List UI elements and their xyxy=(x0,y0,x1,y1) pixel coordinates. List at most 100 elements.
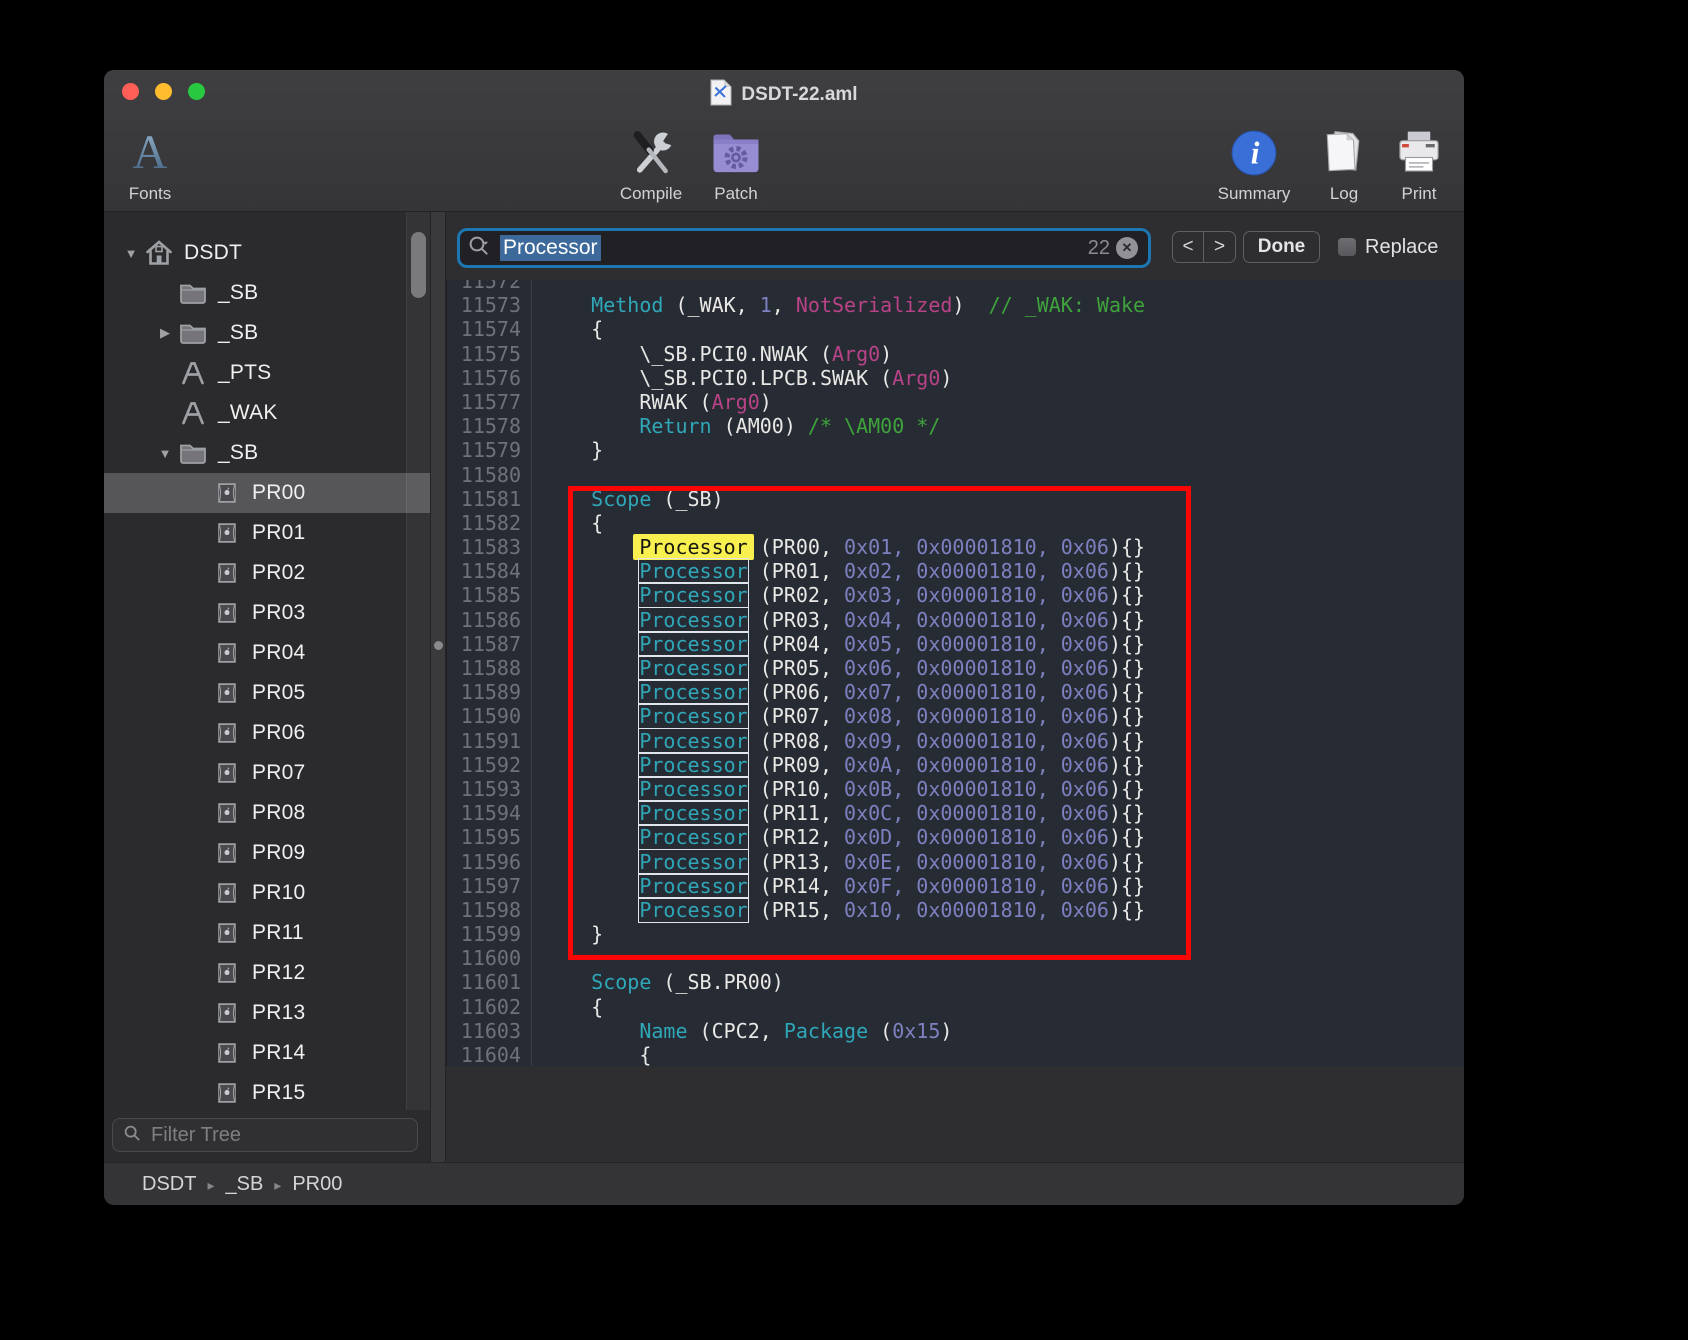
tree-item-pr06[interactable]: PR06 xyxy=(104,713,430,753)
tree-item-pr03[interactable]: PR03 xyxy=(104,593,430,633)
code-line: 11602 { xyxy=(447,995,1464,1019)
tree-item-_pts[interactable]: _PTS xyxy=(104,353,430,393)
replace-label: Replace xyxy=(1365,236,1438,259)
code-line: 11596 Processor (PR13, 0x0E, 0x00001810,… xyxy=(447,850,1464,874)
search-match: Processor xyxy=(639,874,747,898)
split-drag-handle[interactable] xyxy=(434,641,443,650)
line-number: 11575 xyxy=(447,342,521,366)
code-line: 11591 Processor (PR08, 0x09, 0x00001810,… xyxy=(447,729,1464,753)
code-token xyxy=(543,632,639,656)
search-icon[interactable] xyxy=(468,235,494,262)
code-token xyxy=(543,656,639,680)
breadcrumb-item-dsdt[interactable]: DSDT xyxy=(142,1173,196,1196)
patch-icon xyxy=(709,124,763,182)
code-token: (PR15, xyxy=(748,898,844,922)
code-text: Processor (PR10, 0x0B, 0x00001810, 0x06)… xyxy=(531,777,1145,801)
code-text: Method (_WAK, 1, NotSerialized) // _WAK:… xyxy=(531,293,1145,317)
disclosure-open-icon[interactable]: ▼ xyxy=(118,246,144,261)
code-token xyxy=(543,680,639,704)
code-line: 11577 RWAK (Arg0) xyxy=(447,390,1464,414)
tree-item-pr00[interactable]: PR00 xyxy=(104,473,430,513)
tree-item-label: PR11 xyxy=(252,921,304,945)
tree-item-pr14[interactable]: PR14 xyxy=(104,1033,430,1073)
tree-item-_sb[interactable]: ▼_SB xyxy=(104,433,430,473)
print-button[interactable]: Print xyxy=(1371,124,1464,204)
sidebar-scrollbar-thumb[interactable] xyxy=(411,232,426,298)
tree-item-pr12[interactable]: PR12 xyxy=(104,953,430,993)
processor-icon xyxy=(212,878,242,908)
find-previous-button[interactable]: < xyxy=(1173,232,1204,262)
patch-button[interactable]: Patch xyxy=(688,124,784,204)
code-text: Processor (PR13, 0x0E, 0x00001810, 0x06)… xyxy=(531,850,1145,874)
tree-item-pr05[interactable]: PR05 xyxy=(104,673,430,713)
tree-item-_wak[interactable]: _WAK xyxy=(104,393,430,433)
tree-item-_sb[interactable]: ▶_SB xyxy=(104,313,430,353)
search-match: Processor xyxy=(639,632,747,656)
code-line: 11576 \_SB.PCI0.LPCB.SWAK (Arg0) xyxy=(447,366,1464,390)
code-line: 11589 Processor (PR06, 0x07, 0x00001810,… xyxy=(447,680,1464,704)
code-line: 11601 Scope (_SB.PR00) xyxy=(447,970,1464,994)
clear-search-button[interactable]: ✕ xyxy=(1116,237,1138,259)
tree-item-pr09[interactable]: PR09 xyxy=(104,833,430,873)
line-number: 11586 xyxy=(447,608,521,632)
code-token xyxy=(543,898,639,922)
tree-item-label: PR05 xyxy=(252,681,305,705)
code-token: ){} xyxy=(1109,874,1145,898)
code-token: 0x02, 0x00001810, 0x06 xyxy=(844,559,1109,583)
summary-button[interactable]: i Summary xyxy=(1206,124,1302,204)
disclosure-closed-icon[interactable]: ▶ xyxy=(152,325,178,341)
code-token: ){} xyxy=(1109,559,1145,583)
split-divider[interactable] xyxy=(430,212,446,1162)
breadcrumb-item-pr00[interactable]: PR00 xyxy=(292,1173,342,1196)
code-token: ( xyxy=(868,1019,892,1043)
line-number: 11599 xyxy=(447,922,521,946)
code-token: (PR05, xyxy=(748,656,844,680)
code-line: 11604 { xyxy=(447,1043,1464,1066)
code-line: 11582 { xyxy=(447,511,1464,535)
disclosure-open-icon[interactable]: ▼ xyxy=(152,446,178,461)
code-token: (PR07, xyxy=(748,704,844,728)
search-input[interactable]: Processor 22 ✕ xyxy=(457,228,1151,268)
replace-checkbox[interactable] xyxy=(1338,238,1356,256)
tree-item-pr11[interactable]: PR11 xyxy=(104,913,430,953)
tree-item-pr08[interactable]: PR08 xyxy=(104,793,430,833)
code-text: Processor (PR06, 0x07, 0x00001810, 0x06)… xyxy=(531,680,1145,704)
tree-item-pr02[interactable]: PR02 xyxy=(104,553,430,593)
code-line: 11595 Processor (PR12, 0x0D, 0x00001810,… xyxy=(447,825,1464,849)
fonts-button[interactable]: A Fonts xyxy=(104,124,198,204)
tree-item-label: PR08 xyxy=(252,801,305,825)
tree-item-pr10[interactable]: PR10 xyxy=(104,873,430,913)
filter-tree-input[interactable] xyxy=(149,1123,407,1148)
tree-item-_sb[interactable]: _SB xyxy=(104,273,430,313)
code-token: (_SB) xyxy=(651,487,723,511)
find-next-button[interactable]: > xyxy=(1204,232,1235,262)
tree-item-label: PR01 xyxy=(252,521,305,545)
code-text: \_SB.PCI0.NWAK (Arg0) xyxy=(531,342,892,366)
log-pages-icon xyxy=(1317,124,1371,182)
svg-text:i: i xyxy=(1251,135,1260,170)
sidebar-scrollbar[interactable] xyxy=(406,212,430,1110)
processor-icon xyxy=(212,998,242,1028)
tree-item-pr04[interactable]: PR04 xyxy=(104,633,430,673)
tree-item-dsdt[interactable]: ▼DSDT xyxy=(104,233,430,273)
tree-item-pr13[interactable]: PR13 xyxy=(104,993,430,1033)
line-number: 11582 xyxy=(447,511,521,535)
code-token xyxy=(543,535,639,559)
tree-item-pr15[interactable]: PR15 xyxy=(104,1073,430,1110)
filter-tree-field[interactable] xyxy=(112,1118,418,1152)
code-editor[interactable]: 1157211573 Method (_WAK, 1, NotSerialize… xyxy=(446,280,1464,1066)
breadcrumb-item-sb[interactable]: _SB xyxy=(225,1173,263,1196)
sidebar-tree: ▼DSDT_SB▶_SB_PTS_WAK▼_SBPR00 PR01 PR02PR03… xyxy=(104,212,430,1110)
compile-button[interactable]: Compile xyxy=(603,124,699,204)
done-button[interactable]: Done xyxy=(1243,231,1320,263)
processor-icon xyxy=(212,518,242,548)
tree-item-pr01[interactable]: PR01 xyxy=(104,513,430,553)
search-match: Processor xyxy=(639,801,747,825)
tree-item-label: PR09 xyxy=(252,841,305,865)
processor-icon xyxy=(212,1078,242,1108)
code-token xyxy=(543,753,639,777)
code-token: (PR10, xyxy=(748,777,844,801)
breadcrumb-separator-icon: ▸ xyxy=(207,1175,214,1194)
code-token: Name xyxy=(639,1019,687,1043)
tree-item-pr07[interactable]: PR07 xyxy=(104,753,430,793)
